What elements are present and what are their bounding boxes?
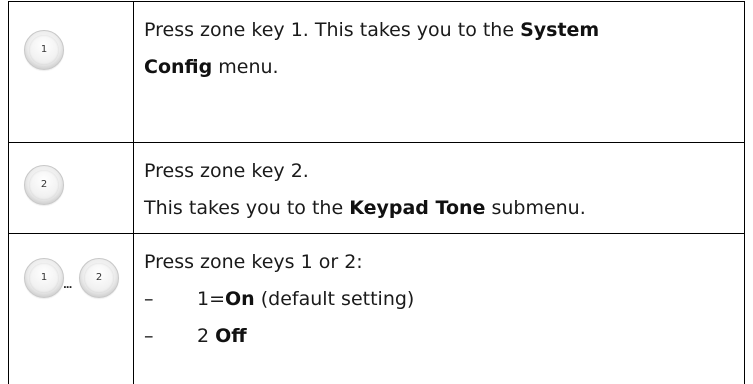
- step-3-text: Press zone keys 1 or 2: –1=On (default s…: [134, 234, 745, 384]
- zone-key-label: 1: [29, 263, 59, 293]
- step-row-1: 1 Press zone key 1. This takes you to th…: [9, 2, 745, 143]
- step-1-line-2: Config menu.: [144, 49, 734, 86]
- step-1-line-1: Press zone key 1. This takes you to the …: [144, 12, 734, 49]
- step-row-2: 2 Press zone key 2. This takes you to th…: [9, 143, 745, 234]
- step-row-3: 1 ... 2 Press zone keys 1 or 2: –1=On (d…: [9, 234, 745, 384]
- step-1-text: Press zone key 1. This takes you to the …: [134, 2, 745, 143]
- dash-marker: –: [144, 318, 197, 355]
- step-1-icon-cell: 1: [9, 2, 134, 143]
- option-on-bold: On: [225, 288, 255, 310]
- step-2-line-2: This takes you to the Keypad Tone submen…: [144, 190, 734, 227]
- menu-name-bold: Config: [144, 56, 212, 78]
- step-2-line-1: Press zone key 2.: [144, 153, 734, 190]
- step-3-icon-cell: 1 ... 2: [9, 234, 134, 384]
- step-2-icon-cell: 2: [9, 143, 134, 234]
- dash-marker: –: [144, 281, 197, 318]
- submenu-name-bold: Keypad Tone: [349, 197, 485, 219]
- step-3-intro: Press zone keys 1 or 2:: [144, 244, 734, 281]
- zone-key-label: 2: [29, 170, 59, 200]
- zone-key-2-icon: 2: [79, 258, 119, 298]
- zone-key-2-icon: 2: [24, 165, 64, 205]
- zone-key-label: 2: [84, 263, 114, 293]
- zone-key-1-icon: 1: [24, 258, 64, 298]
- ellipsis-separator: ...: [63, 280, 71, 291]
- instruction-table: 1 Press zone key 1. This takes you to th…: [8, 1, 745, 384]
- step-2-text: Press zone key 2. This takes you to the …: [134, 143, 745, 234]
- option-off-item: –2 Off: [144, 318, 734, 355]
- zone-key-label: 1: [29, 35, 59, 65]
- option-off-bold: Off: [215, 325, 247, 347]
- option-on-item: –1=On (default setting): [144, 281, 734, 318]
- menu-name-bold: System: [520, 19, 599, 41]
- zone-key-1-icon: 1: [24, 30, 64, 70]
